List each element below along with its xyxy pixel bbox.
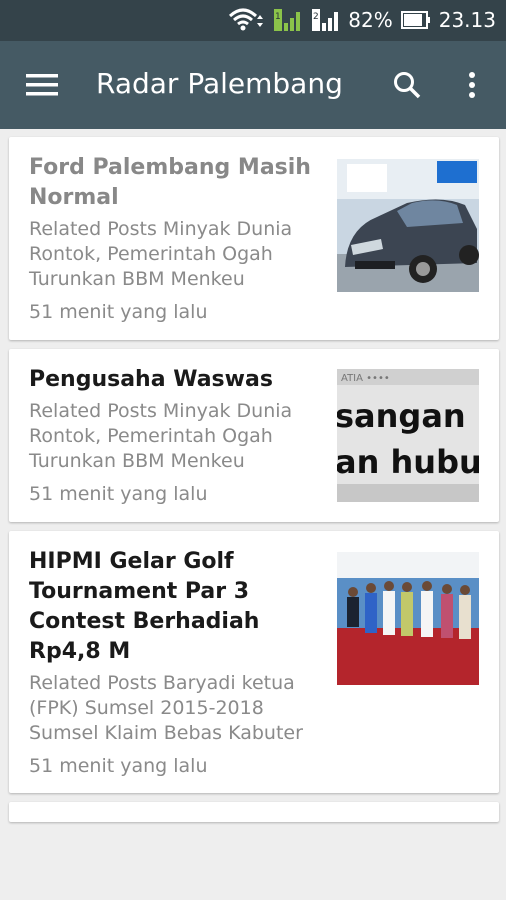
article-excerpt: Related Posts Baryadi ketua (FPK) Sumsel… <box>29 672 303 744</box>
article-card[interactable]: Pengusaha Waswas Related Posts Minyak Du… <box>9 349 499 522</box>
app-bar: Radar Palembang <box>0 41 506 129</box>
svg-text:1: 1 <box>275 12 281 22</box>
article-title: HIPMI Gelar Golf Tournament Par 3 Contes… <box>29 549 260 664</box>
article-title: Pengusaha Waswas <box>29 367 273 392</box>
newspaper-text-2: an hubungi <box>337 443 479 481</box>
article-excerpt: Related Posts Minyak Dunia Rontok, Pemer… <box>29 218 293 290</box>
signal-2-icon: 2 <box>310 7 340 33</box>
article-card[interactable] <box>9 802 499 822</box>
newspaper-photo-icon: ATIA •••• sangan ikla an hubungi <box>337 369 479 502</box>
status-icons: 1 2 82% 23.13 <box>228 6 496 34</box>
svg-text:ATIA ••••: ATIA •••• <box>341 373 390 384</box>
battery-icon <box>400 10 431 30</box>
hamburger-menu-icon[interactable] <box>20 65 64 105</box>
article-time: 51 menit yang lalu <box>29 755 208 777</box>
group-photo-icon <box>337 552 479 685</box>
article-excerpt: Related Posts Minyak Dunia Rontok, Pemer… <box>29 400 293 472</box>
wifi-icon <box>228 7 264 33</box>
battery-percent: 82% <box>348 8 393 32</box>
article-card[interactable]: HIPMI Gelar Golf Tournament Par 3 Contes… <box>9 531 499 793</box>
svg-text:2: 2 <box>313 12 319 22</box>
signal-1-icon: 1 <box>272 7 302 33</box>
article-time: 51 menit yang lalu <box>29 301 208 323</box>
article-title: Ford Palembang Masih Normal <box>29 155 311 210</box>
car-photo-icon <box>337 159 479 292</box>
more-options-icon[interactable] <box>452 63 492 107</box>
app-title: Radar Palembang <box>96 67 343 100</box>
article-card[interactable]: Ford Palembang Masih Normal Related Post… <box>9 137 499 340</box>
article-time: 51 menit yang lalu <box>29 483 208 505</box>
search-icon[interactable] <box>385 63 429 107</box>
status-bar: 1 2 82% 23.13 <box>0 0 506 41</box>
newspaper-text-1: sangan ikla <box>337 397 479 435</box>
clock: 23.13 <box>438 8 496 32</box>
